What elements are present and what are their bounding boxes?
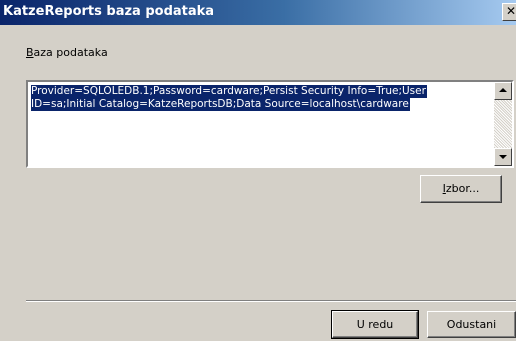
- scroll-up-arrow-icon: [499, 88, 507, 92]
- database-label-mnemonic: B: [26, 46, 34, 59]
- connection-string-text-area[interactable]: Provider=SQLOLEDB.1;Password=cardware;Pe…: [30, 84, 492, 164]
- close-icon: ✕: [506, 4, 516, 18]
- izbor-label: zbor...: [445, 182, 480, 195]
- separator-line: [26, 300, 516, 302]
- ok-button[interactable]: U redu: [331, 310, 419, 339]
- izbor-button[interactable]: Izbor...: [420, 175, 502, 203]
- vertical-scrollbar[interactable]: [494, 82, 512, 166]
- cancel-button[interactable]: Odustani: [427, 311, 516, 338]
- connection-string-line-2: ID=sa;Initial Catalog=KatzeReportsDB;Dat…: [31, 98, 410, 111]
- scroll-up-button[interactable]: [494, 82, 512, 100]
- database-label-text: aza podataka: [33, 46, 108, 59]
- connection-string-textbox[interactable]: Provider=SQLOLEDB.1;Password=cardware;Pe…: [26, 80, 514, 168]
- dialog-window: KatzeReports baza podataka ✕ Baza podata…: [0, 0, 516, 341]
- scroll-down-arrow-icon: [499, 155, 507, 159]
- close-button[interactable]: ✕: [502, 3, 516, 21]
- title-bar[interactable]: KatzeReports baza podataka ✕: [0, 0, 516, 25]
- connection-string-line-1: Provider=SQLOLEDB.1;Password=cardware;Pe…: [31, 85, 427, 98]
- database-section-label: Baza podataka: [26, 46, 108, 60]
- scroll-down-button[interactable]: [494, 148, 512, 166]
- window-title: KatzeReports baza podataka: [3, 4, 215, 19]
